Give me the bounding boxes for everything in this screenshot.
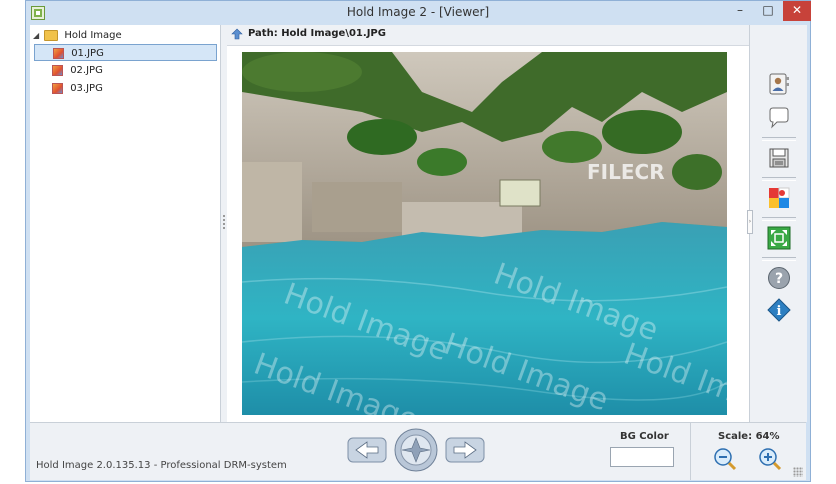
filecr-logo: FILECR [587, 160, 665, 184]
tree-item-label: 03.JPG [70, 83, 103, 94]
comment-icon[interactable] [767, 106, 791, 130]
slideshow-button[interactable] [394, 428, 438, 472]
image-file-icon [52, 64, 63, 76]
save-icon[interactable] [767, 146, 791, 170]
path-bar: Path: Hold Image\01.JPG [227, 25, 749, 46]
window-title: Hold Image 2 - [Viewer] [346, 5, 490, 19]
tree-expander-icon[interactable]: ◢ [33, 27, 41, 44]
scale-label: Scale: 64% [718, 431, 780, 442]
resize-grip-icon[interactable] [793, 467, 803, 477]
maximize-button[interactable]: □ [754, 1, 782, 21]
tree-item-01-jpg[interactable]: 01.JPG [34, 44, 217, 61]
close-button[interactable]: ✕ [783, 1, 811, 21]
image-file-icon [53, 47, 64, 59]
file-tree[interactable]: ◢ Hold Image 01.JPG 02.JPG 03.JPG [30, 25, 221, 422]
title-bar[interactable]: Hold Image 2 - [Viewer] – □ ✕ [26, 1, 811, 25]
tree-root-label: Hold Image [64, 30, 122, 41]
path-label: Path: Hold Image\01.JPG [248, 28, 386, 39]
zoom-out-icon[interactable] [713, 447, 737, 471]
bg-color-label: BG Color [620, 431, 669, 442]
tree-root-hold-image[interactable]: ◢ Hold Image [33, 27, 122, 44]
divider [690, 423, 691, 480]
bottom-panel: Hold Image 2.0.135.13 - Professional DRM… [30, 422, 806, 480]
bg-color-swatch[interactable] [610, 447, 674, 467]
tree-item-02-jpg[interactable]: 02.JPG [34, 62, 217, 79]
coastline-photo: Hold Image Hold Image Hold Image Hold Im… [242, 52, 727, 415]
zoom-in-icon[interactable] [758, 447, 782, 471]
status-text: Hold Image 2.0.135.13 - Professional DRM… [36, 460, 287, 471]
toolbar-separator [762, 137, 796, 141]
previous-image-button[interactable] [347, 435, 387, 465]
photo-preview[interactable]: Hold Image Hold Image Hold Image Hold Im… [242, 52, 727, 415]
tree-item-label: 01.JPG [71, 48, 104, 59]
toolbar-separator [762, 217, 796, 221]
svg-text:i: i [777, 304, 782, 319]
color-palette-icon[interactable] [767, 186, 791, 210]
image-file-icon [52, 82, 63, 94]
splitter-grip-icon [223, 215, 225, 231]
fit-screen-icon[interactable] [767, 226, 791, 250]
collapse-panel-button[interactable]: › [747, 210, 753, 234]
info-icon[interactable]: i [767, 298, 791, 322]
svg-text:?: ? [775, 271, 783, 287]
next-image-button[interactable] [445, 435, 485, 465]
folder-icon [44, 29, 59, 41]
contact-card-icon[interactable] [767, 72, 791, 96]
up-folder-icon[interactable] [231, 28, 243, 40]
right-toolbar: › ? i [747, 25, 807, 422]
app-window: Hold Image 2 - [Viewer] – □ ✕ ◢ Hold Ima… [25, 0, 811, 482]
help-icon[interactable]: ? [767, 266, 791, 290]
toolbar-separator [762, 177, 796, 181]
tree-item-03-jpg[interactable]: 03.JPG [34, 80, 217, 97]
toolbar-separator [762, 257, 796, 261]
minimize-button[interactable]: – [726, 1, 754, 21]
tree-item-label: 02.JPG [70, 65, 103, 76]
client-area: ◢ Hold Image 01.JPG 02.JPG 03.JPG Path: … [30, 25, 807, 480]
image-viewer: Path: Hold Image\01.JPG Hold Image Hold … [227, 25, 749, 422]
